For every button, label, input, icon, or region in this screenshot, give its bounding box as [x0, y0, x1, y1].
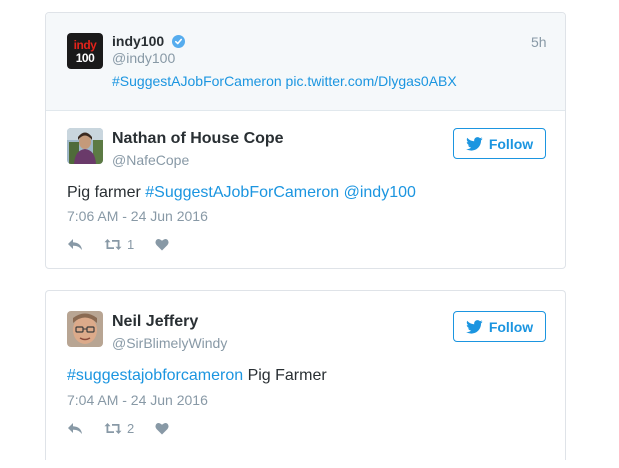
follow-button-2[interactable]: Follow — [453, 311, 546, 342]
quoted-author-handle[interactable]: @indy100 — [112, 50, 175, 66]
follow-button-1[interactable]: Follow — [453, 128, 546, 159]
twitter-bird-icon — [465, 319, 483, 334]
tweet-2-text: #suggestajobforcameron Pig Farmer — [67, 367, 327, 385]
follow-label-1: Follow — [488, 135, 534, 152]
retweet-icon[interactable] — [104, 238, 122, 251]
indy100-avatar[interactable]: indy 100 — [67, 33, 103, 69]
quoted-tweet[interactable]: indy 100 indy100 @indy100 5h #SuggestAJo… — [46, 13, 565, 111]
tweet-1-retweet-count: 1 — [127, 237, 135, 252]
retweet-icon[interactable] — [104, 422, 122, 435]
reply-icon[interactable] — [67, 238, 83, 251]
tweet-1-mention-link[interactable]: @indy100 — [344, 184, 416, 201]
tweet-1-actions: 1 — [67, 237, 169, 252]
tweet-1-date[interactable]: 7:06 AM - 24 Jun 2016 — [67, 208, 208, 224]
tweet-2-author-name[interactable]: Neil Jeffery — [112, 313, 198, 331]
quoted-timestamp[interactable]: 5h — [531, 34, 547, 50]
logo-text-line1: indy — [73, 37, 97, 52]
tweet-1-text: Pig farmer #SuggestAJobForCameron @indy1… — [67, 184, 416, 202]
tweet-1-hashtag-link[interactable]: #SuggestAJobForCameron — [145, 184, 339, 201]
tweet-2-plain-text: Pig Farmer — [247, 367, 327, 384]
quoted-author-name[interactable]: indy100 — [112, 33, 164, 49]
like-heart-icon[interactable] — [155, 238, 169, 251]
tweet-2-author-handle[interactable]: @SirBlimelyWindy — [112, 335, 227, 351]
tweet-2-hashtag-link[interactable]: #suggestajobforcameron — [67, 367, 243, 384]
tweet-1-author-name[interactable]: Nathan of House Cope — [112, 130, 284, 148]
tweet-2-date[interactable]: 7:04 AM - 24 Jun 2016 — [67, 392, 208, 408]
verified-badge-icon — [172, 35, 185, 48]
quoted-tweet-text: #SuggestAJobForCameron pic.twitter.com/D… — [112, 73, 457, 89]
follow-label-2: Follow — [488, 318, 534, 335]
tweet-2-actions: 2 — [67, 421, 169, 436]
quoted-hashtag-link[interactable]: #SuggestAJobForCameron — [112, 73, 282, 89]
tweet-1-author-handle[interactable]: @NafeCope — [112, 152, 189, 168]
quoted-pic-link[interactable]: pic.twitter.com/Dlygas0ABX — [286, 73, 457, 89]
twitter-bird-icon — [465, 136, 483, 151]
reply-icon[interactable] — [67, 422, 83, 435]
neil-avatar[interactable] — [67, 311, 103, 347]
nathan-avatar[interactable] — [67, 128, 103, 164]
logo-text-line2: 100 — [75, 50, 95, 65]
like-heart-icon[interactable] — [155, 422, 169, 435]
tweet-card-1: indy 100 indy100 @indy100 5h #SuggestAJo… — [45, 12, 566, 269]
tweet-2-retweet-count: 2 — [127, 421, 135, 436]
tweet-1-plain-text: Pig farmer — [67, 184, 141, 201]
tweet-card-2: Neil Jeffery @SirBlimelyWindy Follow #su… — [45, 290, 566, 460]
